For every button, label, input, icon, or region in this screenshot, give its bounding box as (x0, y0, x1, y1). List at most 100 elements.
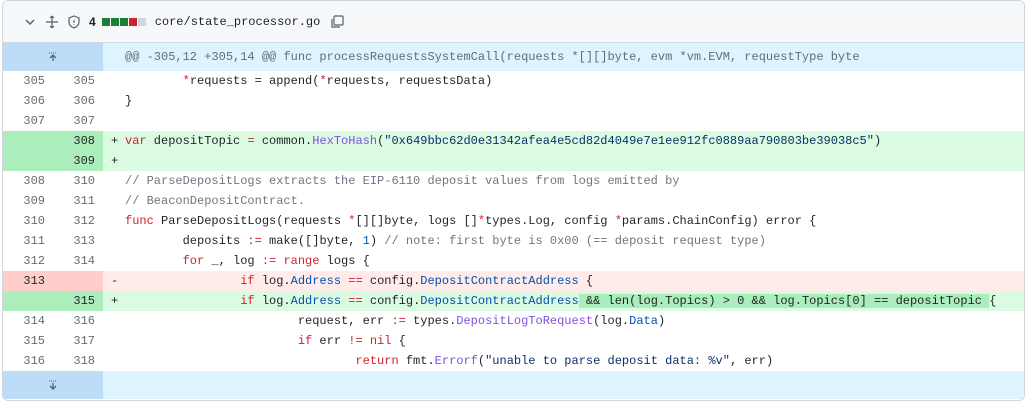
diff-marker: + (111, 294, 119, 308)
code-token: * (614, 214, 622, 228)
new-line-number[interactable]: 311 (53, 191, 103, 211)
context-line: 308 310 // ParseDepositLogs extracts the … (3, 171, 1024, 191)
diff-marker (111, 211, 125, 231)
diff-marker (111, 171, 125, 191)
diff-marker (111, 331, 125, 351)
old-line-number[interactable] (3, 131, 53, 151)
code-token: params.ChainConfig) error { (621, 214, 817, 228)
code-text: // ParseDepositLogs extracts the EIP-611… (103, 171, 1024, 191)
code-text: request, err := types.DepositLogToReques… (103, 311, 1024, 331)
old-line-number[interactable]: 312 (3, 251, 53, 271)
old-line-number[interactable] (3, 291, 53, 311)
code-token: _, log (204, 254, 262, 268)
old-line-number[interactable]: 313 (3, 271, 53, 291)
code-token: } (125, 94, 133, 108)
context-line: 307 307 (3, 111, 1024, 131)
new-line-number[interactable]: 315 (53, 291, 103, 311)
code-token: common. (254, 134, 313, 148)
diff-marker (111, 111, 125, 131)
hunk-header-text: @@ -305,12 +305,14 @@ func processReques… (103, 43, 1024, 71)
context-line: 310 312 func ParseDepositLogs(requests *[… (3, 211, 1024, 231)
context-line: 306 306 } (3, 91, 1024, 111)
diffstat-block (128, 17, 137, 26)
code-token: types.Log, config (485, 214, 615, 228)
code-token: && len(log.Topics) > 0 && log.Topics[0] … (578, 294, 990, 308)
code-token: := (247, 234, 262, 248)
diff-lines: 305 305 *requests = append(*requests, req… (3, 71, 1024, 371)
code-token: = (247, 134, 255, 148)
code-token: * (319, 74, 327, 88)
diff-marker (111, 191, 125, 211)
code-token: return (355, 354, 399, 368)
new-line-number[interactable]: 305 (53, 71, 103, 91)
context-line: 305 305 *requests = append(*requests, req… (3, 71, 1024, 91)
file-name[interactable]: core/state_processor.go (155, 15, 321, 29)
diff-marker (111, 71, 125, 91)
code-token: == (348, 274, 363, 288)
new-line-number[interactable]: 309 (53, 151, 103, 171)
code-token: log. (254, 274, 291, 288)
change-count: 4 (89, 14, 96, 29)
new-line-number[interactable]: 317 (53, 331, 103, 351)
code-token: if (240, 274, 255, 288)
code-token: if (240, 294, 255, 308)
new-line-number[interactable]: 307 (53, 111, 103, 131)
old-line-number[interactable] (3, 151, 53, 171)
code-token: Errorf (434, 354, 478, 368)
diffstat-block (137, 17, 146, 26)
code-token: := (391, 314, 406, 328)
code-token: ) (657, 314, 666, 328)
context-line: 312 314 for _, log := range logs { (3, 251, 1024, 271)
diff-marker (111, 91, 125, 111)
copy-icon[interactable] (326, 11, 348, 33)
new-line-number[interactable]: 316 (53, 311, 103, 331)
new-line-number[interactable]: 306 (53, 91, 103, 111)
old-line-number[interactable]: 315 (3, 331, 53, 351)
expand-down-icon[interactable] (3, 371, 103, 399)
code-token: range (283, 254, 320, 268)
old-line-number[interactable]: 306 (3, 91, 53, 111)
code-token: == (348, 294, 363, 308)
new-line-number[interactable]: 313 (53, 231, 103, 251)
new-line-number[interactable]: 318 (53, 351, 103, 371)
new-line-number[interactable]: 312 (53, 211, 103, 231)
new-line-number[interactable]: 308 (53, 131, 103, 151)
old-line-number[interactable]: 314 (3, 311, 53, 331)
code-text: } (103, 91, 1024, 111)
shield-icon[interactable] (63, 11, 85, 33)
code-token: config. (362, 294, 421, 308)
code-token: Address (290, 294, 342, 308)
code-token: ParseDepositLogs(requests (153, 214, 349, 228)
file-header: 4 core/state_processor.go (3, 1, 1024, 43)
code-token: requests, requestsData) (326, 74, 493, 88)
code-token: var (125, 134, 147, 148)
move-icon[interactable] (41, 11, 63, 33)
old-line-number[interactable]: 311 (3, 231, 53, 251)
expand-up-icon[interactable] (3, 43, 103, 71)
new-line-number[interactable]: 310 (53, 171, 103, 191)
code-text: *requests = append(*requests, requestsDa… (103, 71, 1024, 91)
diff-marker: - (111, 274, 119, 288)
code-token: DepositLogToRequest (456, 314, 594, 328)
old-line-number[interactable]: 307 (3, 111, 53, 131)
old-line-number[interactable]: 316 (3, 351, 53, 371)
code-token: , err) (729, 354, 774, 368)
new-line-number[interactable]: 314 (53, 251, 103, 271)
code-token: "0x649bbc62d0e31342afea4e5cd82d4049e7e1e… (384, 134, 874, 148)
code-token: [][]byte, logs [] (355, 214, 478, 228)
old-line-number[interactable]: 310 (3, 211, 53, 231)
hunk-footer-fill (103, 371, 1024, 399)
old-line-number[interactable]: 309 (3, 191, 53, 211)
new-line-number[interactable] (53, 271, 103, 291)
code-token: config. (362, 274, 421, 288)
added-line: 309 + (3, 151, 1024, 171)
chevron-down-icon[interactable] (19, 11, 41, 33)
old-line-number[interactable]: 308 (3, 171, 53, 191)
code-token: types. (405, 314, 457, 328)
diffstat (101, 17, 147, 26)
old-line-number[interactable]: 305 (3, 71, 53, 91)
code-token: Data (629, 314, 658, 328)
code-token: ( (477, 354, 486, 368)
